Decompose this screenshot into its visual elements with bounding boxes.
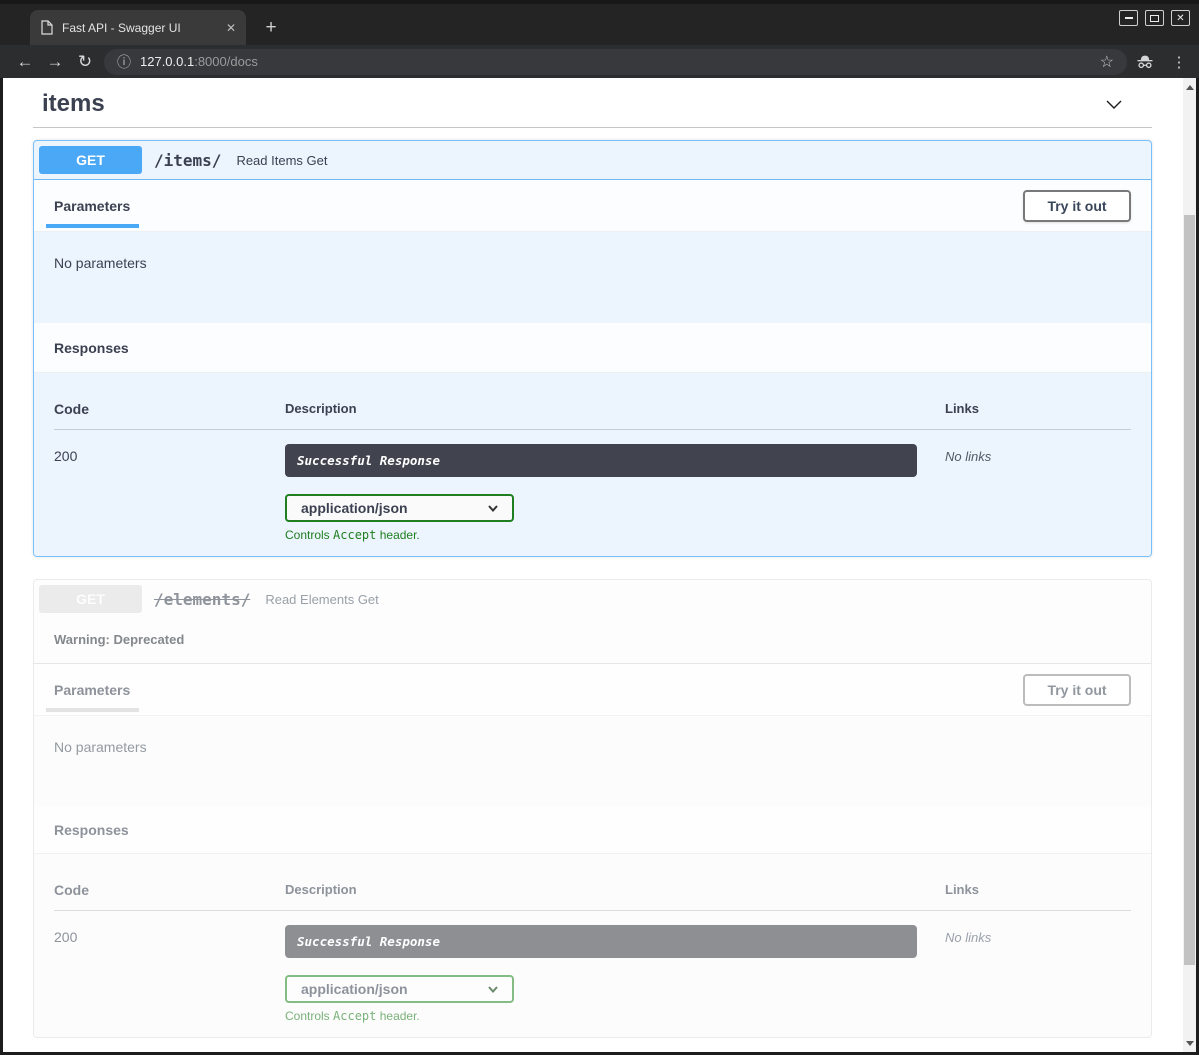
page-content: items GET /items/ Read Items Get Paramet… bbox=[3, 78, 1196, 1052]
opblock-get-elements-deprecated: GET /elements/ Read Elements Get Warning… bbox=[33, 579, 1152, 1038]
window-controls: ✕ bbox=[1119, 10, 1190, 26]
links-column-header: Links bbox=[945, 401, 1131, 417]
opblock-summary[interactable]: GET /elements/ Read Elements Get bbox=[34, 580, 1151, 616]
endpoint-summary: Read Items Get bbox=[236, 153, 327, 168]
response-links: No links bbox=[945, 444, 1131, 464]
browser-toolbar: ← → ↻ ⓘ 127.0.0.1:8000/docs ☆ ⋮ bbox=[0, 45, 1199, 78]
minimize-icon bbox=[1125, 17, 1133, 19]
url-text[interactable]: 127.0.0.1:8000/docs bbox=[140, 54, 258, 69]
close-window-button[interactable]: ✕ bbox=[1171, 10, 1190, 26]
parameters-tab-indicator bbox=[46, 708, 139, 712]
description-column-header: Description bbox=[285, 882, 945, 898]
controls-accept-note: Controls Accept header. bbox=[285, 528, 945, 542]
url-bar[interactable]: ⓘ 127.0.0.1:8000/docs ☆ bbox=[104, 49, 1127, 75]
media-type-row: application/json Controls Accept header. bbox=[285, 975, 945, 1023]
collapse-section-icon[interactable] bbox=[1102, 92, 1126, 116]
parameters-tab-indicator bbox=[46, 224, 139, 228]
forward-icon[interactable]: → bbox=[40, 53, 70, 70]
controls-note-suffix: header. bbox=[376, 1009, 419, 1023]
chevron-down-icon bbox=[486, 501, 500, 515]
responses-header: Responses bbox=[34, 323, 1151, 373]
responses-title: Responses bbox=[54, 822, 129, 838]
response-code: 200 bbox=[54, 444, 285, 464]
controls-note-accept: Accept bbox=[333, 1009, 376, 1023]
controls-note-accept: Accept bbox=[333, 528, 376, 542]
browser-titlebar: Fast API - Swagger UI ✕ + ✕ bbox=[0, 0, 1199, 45]
no-parameters-text: No parameters bbox=[34, 232, 1151, 323]
description-column-header: Description bbox=[285, 401, 945, 417]
parameters-title: Parameters bbox=[54, 682, 130, 698]
parameters-header: Parameters Try it out bbox=[34, 664, 1151, 716]
parameters-title: Parameters bbox=[54, 198, 130, 214]
tag-section-header[interactable]: items bbox=[33, 80, 1152, 118]
opblock-get-items: GET /items/ Read Items Get Parameters Tr… bbox=[33, 140, 1152, 557]
scroll-down-arrow-icon[interactable] bbox=[1183, 1036, 1196, 1050]
response-row: 200 Successful Response application/json bbox=[54, 430, 1131, 542]
scroll-up-arrow-icon[interactable] bbox=[1183, 80, 1196, 94]
tab-close-icon[interactable]: ✕ bbox=[226, 21, 236, 35]
try-it-out-button[interactable]: Try it out bbox=[1023, 190, 1131, 222]
controls-note-suffix: header. bbox=[376, 528, 419, 542]
responses-body: Code Description Links 200 Successful Re… bbox=[34, 854, 1151, 1037]
url-path: :8000/docs bbox=[194, 54, 258, 69]
controls-note-prefix: Controls bbox=[285, 528, 333, 542]
site-info-icon[interactable]: ⓘ bbox=[117, 52, 131, 72]
tab-title: Fast API - Swagger UI bbox=[62, 21, 217, 35]
media-type-row: application/json Controls Accept header. bbox=[285, 494, 945, 542]
responses-header: Responses bbox=[34, 807, 1151, 854]
browser-menu-icon[interactable]: ⋮ bbox=[1169, 53, 1189, 71]
page-scrollbar[interactable] bbox=[1183, 78, 1196, 1052]
tag-title: items bbox=[42, 90, 105, 118]
try-it-out-button[interactable]: Try it out bbox=[1023, 674, 1131, 706]
endpoint-summary: Read Elements Get bbox=[265, 592, 378, 607]
maximize-button[interactable] bbox=[1145, 10, 1164, 26]
tag-divider bbox=[33, 127, 1152, 128]
media-type-value: application/json bbox=[301, 500, 408, 516]
response-links: No links bbox=[945, 925, 1131, 945]
response-description: Successful Response bbox=[285, 925, 917, 958]
endpoint-path: /items/ bbox=[154, 151, 221, 170]
response-description-cell: Successful Response application/json bbox=[285, 444, 945, 542]
responses-table-header: Code Description Links bbox=[54, 868, 1131, 911]
links-column-header: Links bbox=[945, 882, 1131, 898]
bookmark-star-icon[interactable]: ☆ bbox=[1100, 52, 1114, 72]
deprecated-warning: Warning: Deprecated bbox=[34, 616, 1151, 664]
responses-body: Code Description Links 200 Successful Re… bbox=[34, 373, 1151, 556]
controls-accept-note: Controls Accept header. bbox=[285, 1009, 945, 1023]
response-description-cell: Successful Response application/json bbox=[285, 925, 945, 1023]
page-favicon-icon bbox=[40, 20, 53, 35]
chevron-down-icon bbox=[486, 982, 500, 996]
response-code: 200 bbox=[54, 925, 285, 945]
code-column-header: Code bbox=[54, 401, 285, 417]
back-icon[interactable]: ← bbox=[10, 53, 40, 70]
response-row: 200 Successful Response application/json bbox=[54, 911, 1131, 1023]
endpoint-path: /elements/ bbox=[154, 590, 250, 609]
reload-icon[interactable]: ↻ bbox=[70, 53, 100, 70]
url-host: 127.0.0.1 bbox=[140, 54, 194, 69]
media-type-value: application/json bbox=[301, 981, 408, 997]
controls-note-prefix: Controls bbox=[285, 1009, 333, 1023]
media-type-select[interactable]: application/json bbox=[285, 975, 514, 1003]
method-badge: GET bbox=[39, 146, 142, 174]
browser-tab[interactable]: Fast API - Swagger UI ✕ bbox=[30, 10, 246, 45]
media-type-select[interactable]: application/json bbox=[285, 494, 514, 522]
scrollbar-thumb[interactable] bbox=[1184, 215, 1195, 965]
opblock-summary[interactable]: GET /items/ Read Items Get bbox=[34, 141, 1151, 180]
responses-title: Responses bbox=[54, 340, 129, 356]
code-column-header: Code bbox=[54, 882, 285, 898]
swagger-page: items GET /items/ Read Items Get Paramet… bbox=[3, 78, 1183, 1052]
minimize-button[interactable] bbox=[1119, 10, 1138, 26]
method-badge: GET bbox=[39, 585, 142, 613]
no-parameters-text: No parameters bbox=[34, 716, 1151, 807]
parameters-header: Parameters Try it out bbox=[34, 180, 1151, 232]
response-description: Successful Response bbox=[285, 444, 917, 477]
new-tab-button[interactable]: + bbox=[258, 15, 284, 41]
responses-table-header: Code Description Links bbox=[54, 387, 1131, 430]
incognito-icon bbox=[1135, 53, 1161, 70]
maximize-icon bbox=[1150, 15, 1159, 22]
